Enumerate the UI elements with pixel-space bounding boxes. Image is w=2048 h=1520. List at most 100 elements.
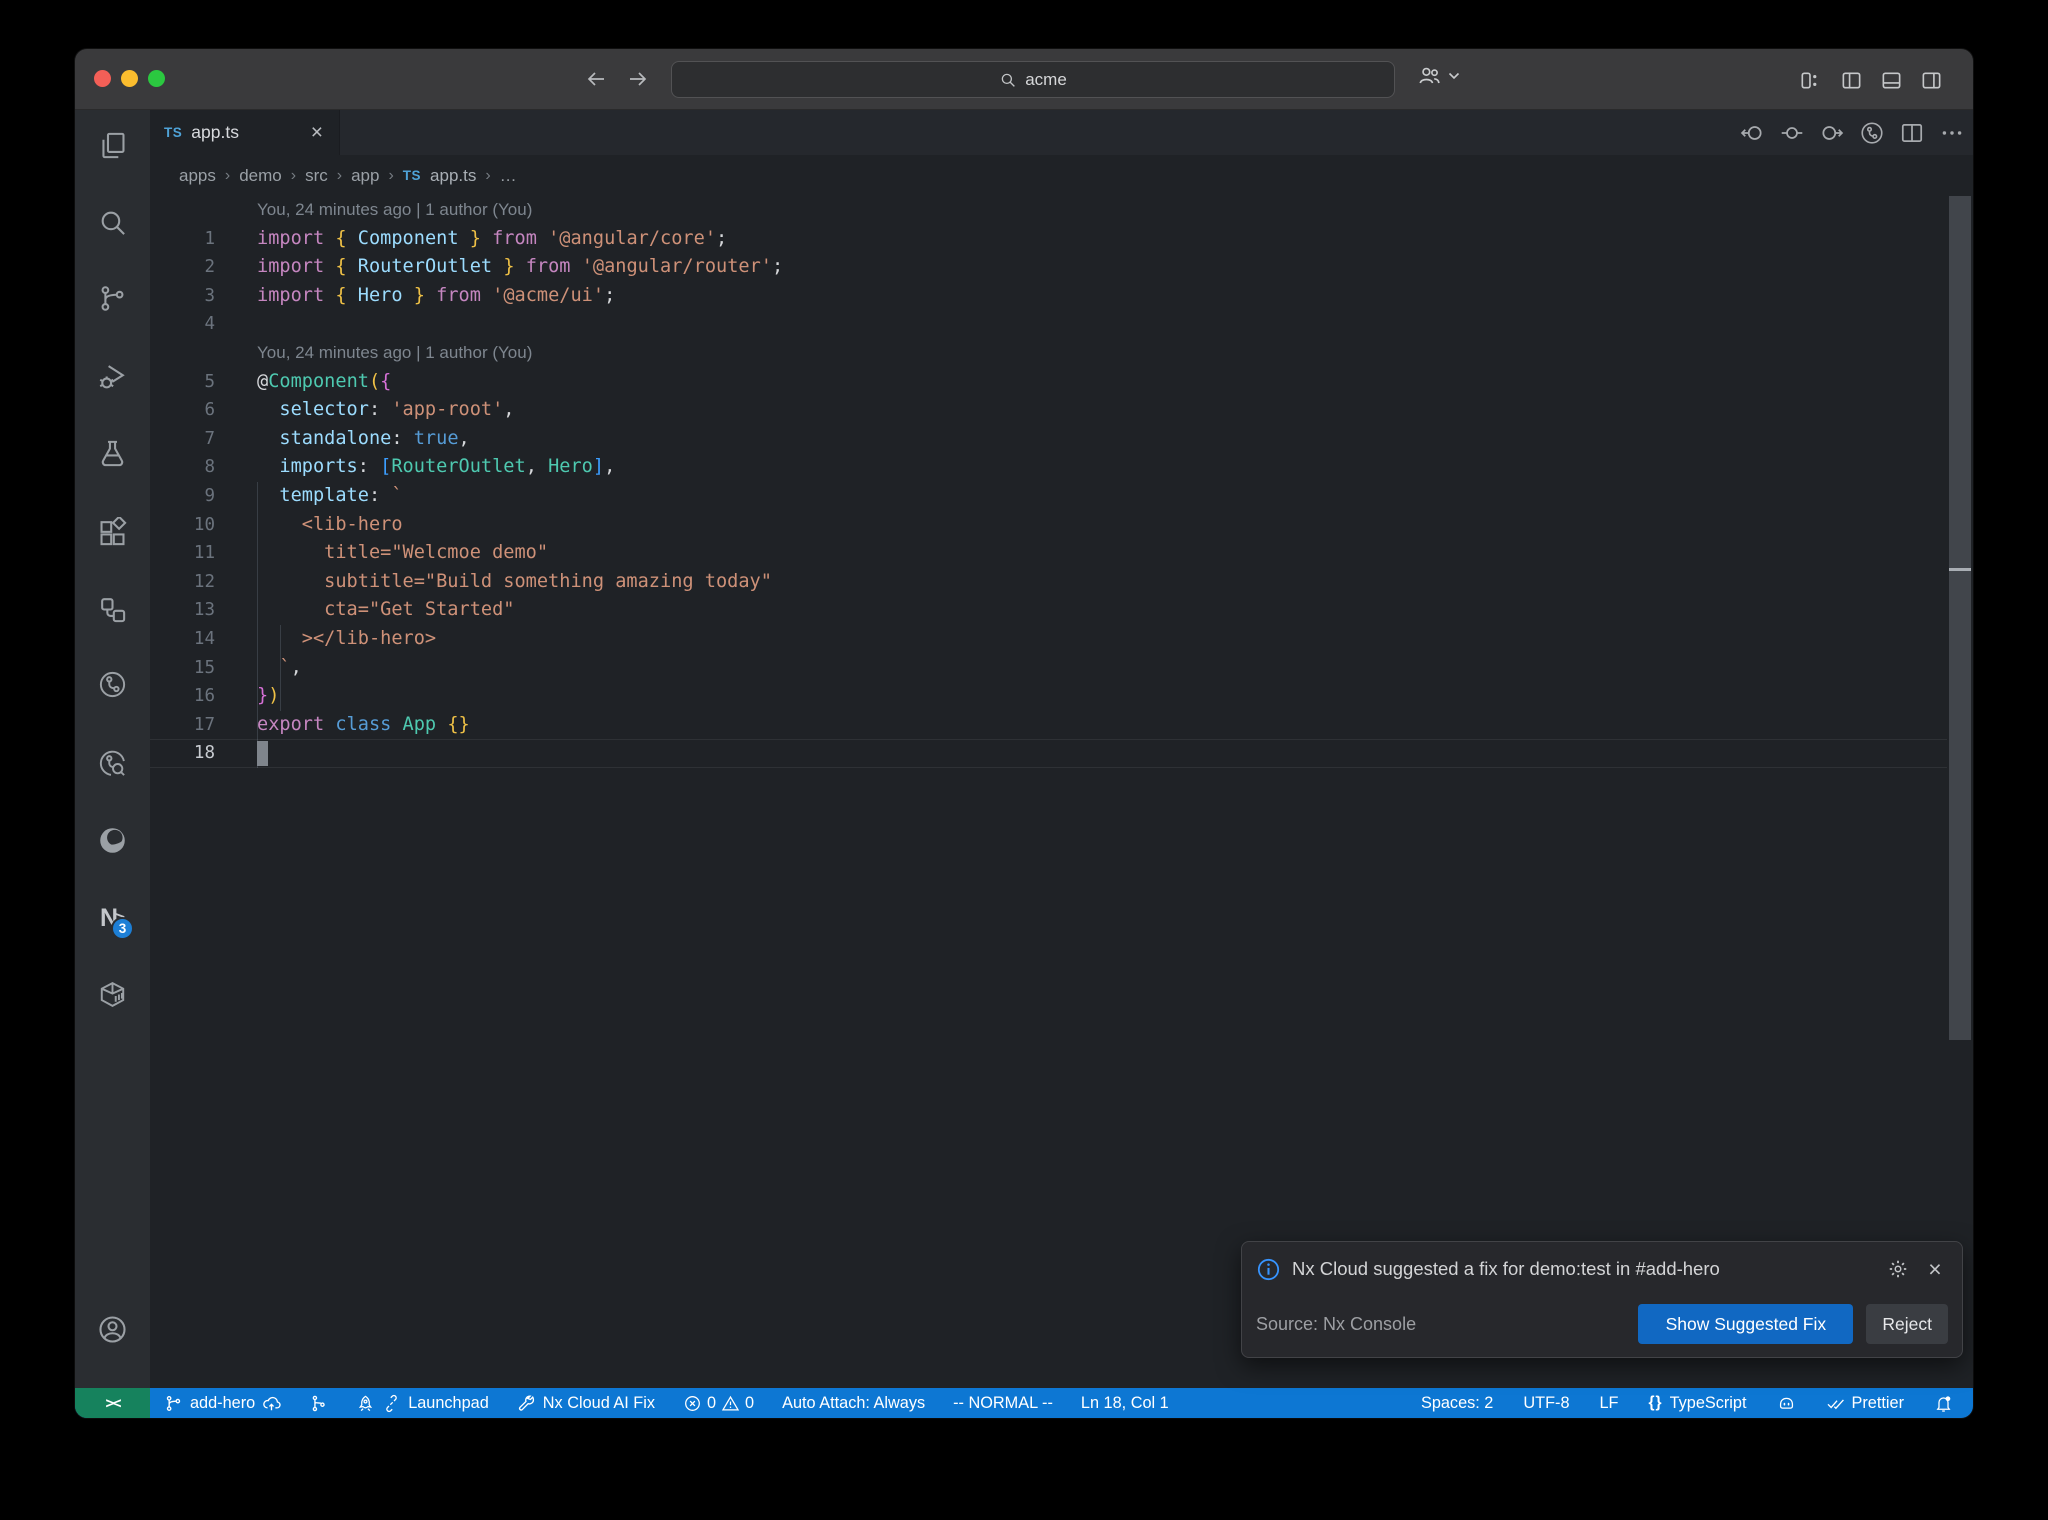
nx-cloud-fix-status[interactable]: Nx Cloud AI Fix bbox=[507, 1388, 665, 1418]
notifications-bell[interactable] bbox=[1924, 1388, 1963, 1418]
run-debug-icon[interactable] bbox=[75, 345, 150, 407]
git-graph-icon bbox=[309, 1394, 328, 1413]
formatter-status[interactable]: Prettier bbox=[1816, 1388, 1914, 1418]
git-branch-status[interactable]: add-hero bbox=[154, 1388, 291, 1418]
extensions-icon[interactable] bbox=[75, 501, 150, 563]
show-suggested-fix-button[interactable]: Show Suggested Fix bbox=[1638, 1304, 1854, 1344]
link-icon bbox=[382, 1394, 401, 1413]
notification-source: Source: Nx Console bbox=[1256, 1313, 1417, 1334]
breadcrumb-file[interactable]: app.ts bbox=[430, 166, 476, 186]
launchpad-status[interactable]: Launchpad bbox=[346, 1388, 499, 1418]
code-line: 18 bbox=[150, 739, 1947, 768]
testing-icon[interactable] bbox=[75, 422, 150, 484]
line-number: 16 bbox=[193, 686, 215, 707]
customize-layout-icon[interactable] bbox=[1795, 66, 1823, 94]
breadcrumb-app[interactable]: app bbox=[351, 166, 379, 186]
gitlens-icon[interactable] bbox=[75, 653, 150, 715]
line-number: 4 bbox=[204, 314, 215, 335]
command-center-search[interactable]: acme bbox=[671, 61, 1395, 98]
language-label: TypeScript bbox=[1669, 1393, 1747, 1412]
accounts-icon bbox=[1417, 63, 1442, 88]
wrench-icon bbox=[517, 1394, 536, 1413]
editor-actions bbox=[1739, 110, 1965, 155]
project-graph-icon[interactable] bbox=[75, 578, 150, 640]
forward-arrow-icon[interactable] bbox=[622, 63, 654, 95]
copilot-status[interactable] bbox=[1767, 1388, 1806, 1418]
vim-mode-status[interactable]: -- NORMAL -- bbox=[943, 1388, 1063, 1418]
problems-status[interactable]: 0 0 bbox=[673, 1388, 764, 1418]
line-number bbox=[150, 339, 215, 368]
open-next-change-icon[interactable] bbox=[1819, 120, 1845, 146]
reject-button[interactable]: Reject bbox=[1866, 1304, 1948, 1344]
cursor-position-status[interactable]: Ln 18, Col 1 bbox=[1071, 1388, 1179, 1418]
commit-graph-icon[interactable] bbox=[1859, 120, 1885, 146]
chevron-right-icon: › bbox=[485, 166, 491, 184]
code-line: 14 ></lib-hero> bbox=[150, 625, 1947, 654]
breadcrumb-src[interactable]: src bbox=[305, 166, 328, 186]
toggle-panel-icon[interactable] bbox=[1877, 66, 1905, 94]
editor-scrollbar[interactable] bbox=[1947, 196, 1973, 1388]
line-number: 5 bbox=[204, 371, 215, 392]
tab-close-icon[interactable]: × bbox=[309, 122, 325, 143]
notification-close-icon[interactable]: × bbox=[1922, 1256, 1948, 1282]
zoom-button[interactable] bbox=[148, 70, 165, 87]
code-line: 6 selector: 'app-root', bbox=[150, 396, 1947, 425]
eol-status[interactable]: LF bbox=[1590, 1388, 1629, 1418]
source-control-icon[interactable] bbox=[75, 267, 150, 329]
split-editor-icon[interactable] bbox=[1899, 120, 1925, 146]
remote-indicator[interactable]: >< bbox=[75, 1388, 150, 1418]
profiles-menu[interactable] bbox=[1417, 63, 1460, 88]
edge-browser-icon[interactable] bbox=[75, 809, 150, 871]
breadcrumb-more[interactable]: … bbox=[500, 166, 517, 186]
search-view-icon[interactable] bbox=[75, 191, 150, 253]
cloud-upload-icon bbox=[262, 1394, 281, 1413]
code-line: 4 bbox=[150, 310, 1947, 339]
minimize-button[interactable] bbox=[121, 70, 138, 87]
tab-app-ts[interactable]: TS app.ts × bbox=[150, 110, 340, 155]
overview-ruler-cursor-marker bbox=[1949, 568, 1971, 571]
auto-attach-status[interactable]: Auto Attach: Always bbox=[772, 1388, 935, 1418]
toggle-secondary-sidebar-icon[interactable] bbox=[1917, 66, 1945, 94]
chevron-right-icon: › bbox=[388, 166, 394, 184]
commit-graph-status[interactable] bbox=[299, 1388, 338, 1418]
line-number: 7 bbox=[204, 428, 215, 449]
containers-icon[interactable] bbox=[75, 963, 150, 1025]
scrollbar-thumb[interactable] bbox=[1949, 196, 1971, 1040]
language-mode-status[interactable]: {} TypeScript bbox=[1639, 1388, 1757, 1418]
more-actions-icon[interactable] bbox=[1939, 120, 1965, 146]
line-number: 11 bbox=[193, 543, 215, 564]
notification-settings-gear-icon[interactable] bbox=[1885, 1256, 1911, 1282]
chevron-right-icon: › bbox=[224, 166, 231, 184]
error-icon bbox=[683, 1394, 702, 1413]
open-changes-icon[interactable] bbox=[1779, 120, 1805, 146]
line-number: 8 bbox=[204, 457, 215, 478]
code-line: 13 cta="Get Started" bbox=[150, 596, 1947, 625]
breadcrumb-demo[interactable]: demo bbox=[239, 166, 282, 186]
nx-console-icon[interactable]: N> 3 bbox=[75, 887, 150, 949]
breadcrumbs: apps › demo › src › app › TS app.ts › … bbox=[150, 155, 1973, 196]
indentation-status[interactable]: Spaces: 2 bbox=[1411, 1388, 1503, 1418]
line-number: 10 bbox=[193, 514, 215, 535]
double-check-icon bbox=[1826, 1394, 1845, 1413]
close-button[interactable] bbox=[94, 70, 111, 87]
line-number: 12 bbox=[193, 571, 215, 592]
title-bar[interactable]: acme bbox=[75, 49, 1973, 110]
gitlens-inspect-icon[interactable] bbox=[75, 732, 150, 794]
editor-group: TS app.ts × apps › demo › src › app › TS… bbox=[150, 110, 1973, 1388]
account-icon[interactable] bbox=[75, 1298, 150, 1360]
code-line: 17 export class App {} bbox=[150, 711, 1947, 740]
code-line: 8 imports: [RouterOutlet, Hero], bbox=[150, 453, 1947, 482]
back-arrow-icon[interactable] bbox=[580, 63, 612, 95]
code-editor[interactable]: You, 24 minutes ago | 1 author (You) 1 imp… bbox=[150, 196, 1947, 1388]
open-previous-change-icon[interactable] bbox=[1739, 120, 1765, 146]
chevron-right-icon: › bbox=[336, 166, 343, 184]
explorer-icon[interactable] bbox=[75, 114, 150, 176]
toggle-primary-sidebar-icon[interactable] bbox=[1837, 66, 1865, 94]
code-line: 5 @Component({ bbox=[150, 368, 1947, 397]
blame-annotation: You, 24 minutes ago | 1 author (You) bbox=[150, 339, 1947, 368]
breadcrumb-apps[interactable]: apps bbox=[179, 166, 216, 186]
encoding-status[interactable]: UTF-8 bbox=[1513, 1388, 1579, 1418]
encoding-label: UTF-8 bbox=[1523, 1393, 1570, 1412]
cursor-position-label: Ln 18, Col 1 bbox=[1080, 1393, 1169, 1412]
notification-toast: Nx Cloud suggested a fix for demo:test i… bbox=[1241, 1241, 1963, 1358]
